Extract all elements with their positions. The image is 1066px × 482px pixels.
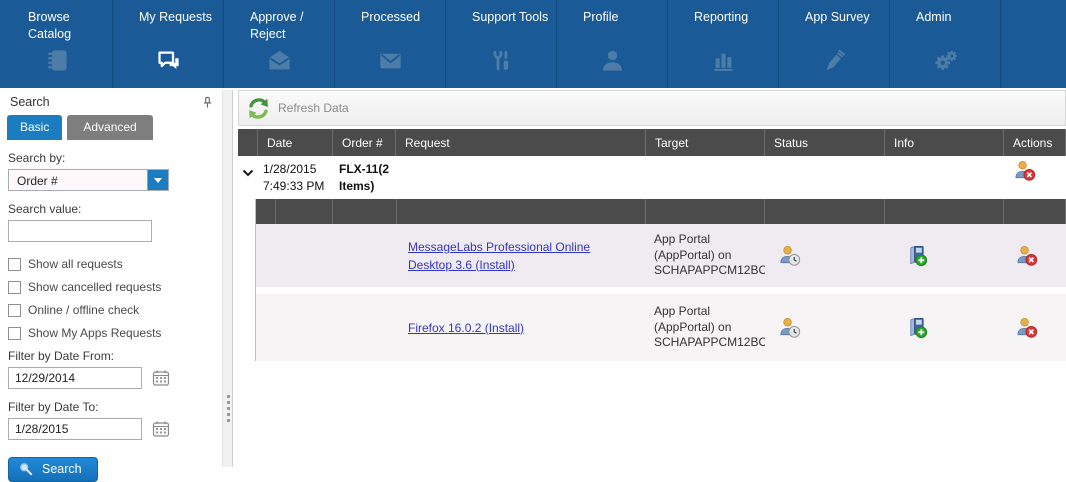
- pin-icon[interactable]: [201, 96, 214, 109]
- checkbox-box[interactable]: [8, 304, 21, 317]
- tab-label: Admin: [916, 9, 994, 26]
- pen-icon: [779, 47, 889, 79]
- cancel-request-icon[interactable]: [1015, 254, 1038, 267]
- order-group-row: 1/28/2015 7:49:33 PM FLX-11(2 Items): [238, 156, 1066, 199]
- checkbox-show-all-requests[interactable]: Show all requests: [8, 257, 222, 271]
- tab-label: Support Tools: [472, 9, 550, 26]
- envelope-icon: [335, 47, 445, 79]
- tab-approve-reject[interactable]: Approve / Reject: [224, 0, 335, 88]
- search-panel-title: Search: [10, 95, 50, 109]
- chevron-down-icon: [242, 169, 254, 177]
- request-target: App Portal (AppPortal) on SCHAPAPPCM12BO…: [646, 304, 765, 351]
- group-order-number: FLX-11(2 Items): [333, 156, 396, 199]
- column-header-actions[interactable]: Actions: [1004, 129, 1066, 156]
- nested-header-row: [256, 199, 1066, 224]
- sidebar-splitter[interactable]: [222, 90, 233, 467]
- catalog-book-icon: [2, 47, 112, 79]
- tab-reporting[interactable]: Reporting: [668, 0, 779, 88]
- cancel-request-icon[interactable]: [1015, 326, 1038, 339]
- gears-icon: [890, 47, 1000, 79]
- group-date: 1/28/2015 7:49:33 PM: [258, 156, 333, 199]
- column-header-target[interactable]: Target: [646, 129, 765, 156]
- tab-my-requests[interactable]: My Requests: [113, 0, 224, 88]
- checkbox-label: Show My Apps Requests: [28, 326, 161, 340]
- search-by-selected-value: Order #: [9, 170, 147, 190]
- search-button-label: Search: [42, 462, 82, 476]
- install-package-icon[interactable]: [905, 254, 928, 267]
- request-row: Firefox 16.0.2 (Install) App Portal (App…: [256, 294, 1066, 361]
- request-link[interactable]: MessageLabs Professional Online Desktop …: [397, 238, 646, 274]
- date-to-label: Filter by Date To:: [8, 400, 222, 414]
- checkbox-label: Show all requests: [28, 257, 123, 271]
- grid-header-row: Date Order # Request Target Status Info …: [238, 129, 1066, 156]
- calendar-icon[interactable]: [152, 369, 170, 387]
- install-package-icon[interactable]: [905, 326, 928, 339]
- tab-app-survey[interactable]: App Survey: [779, 0, 890, 88]
- person-icon: [557, 47, 667, 79]
- request-link[interactable]: Firefox 16.0.2 (Install): [397, 319, 540, 337]
- tab-profile[interactable]: Profile: [557, 0, 668, 88]
- checkbox-show-my-apps-requests[interactable]: Show My Apps Requests: [8, 326, 222, 340]
- tab-label: Browse Catalog: [28, 9, 106, 43]
- top-navigation: Browse Catalog My Requests Approve / Rej…: [0, 0, 1066, 88]
- request-pending-person-clock-icon[interactable]: [778, 254, 801, 267]
- magnifier-icon: [19, 462, 33, 476]
- search-panel: Search Basic Advanced Search by: Order #…: [0, 90, 222, 467]
- open-envelope-icon: [224, 47, 334, 79]
- search-button[interactable]: Search: [8, 457, 98, 482]
- tab-label: Profile: [583, 9, 661, 26]
- column-header-status[interactable]: Status: [765, 129, 885, 156]
- checkbox-show-cancelled-requests[interactable]: Show cancelled requests: [8, 280, 222, 294]
- refresh-icon[interactable]: [246, 96, 271, 121]
- collapse-group-button[interactable]: [238, 156, 258, 199]
- search-value-input[interactable]: [8, 220, 152, 242]
- tab-advanced[interactable]: Advanced: [67, 115, 152, 140]
- requests-main-area: Refresh Data Date Order # Request Target…: [233, 90, 1066, 467]
- checkbox-label: Online / offline check: [28, 303, 139, 317]
- search-by-dropdown[interactable]: Order #: [8, 169, 169, 191]
- checkbox-online-offline-check[interactable]: Online / offline check: [8, 303, 222, 317]
- search-by-label: Search by:: [8, 151, 222, 165]
- tab-label: My Requests: [139, 9, 217, 26]
- search-options: Show all requests Show cancelled request…: [8, 257, 222, 340]
- tab-processed[interactable]: Processed: [335, 0, 446, 88]
- date-to-input[interactable]: [8, 418, 142, 440]
- tab-support-tools[interactable]: Support Tools: [446, 0, 557, 88]
- checkbox-box[interactable]: [8, 327, 21, 340]
- request-row: MessageLabs Professional Online Desktop …: [256, 224, 1066, 287]
- search-value-label: Search value:: [8, 202, 222, 216]
- checkbox-label: Show cancelled requests: [28, 280, 161, 294]
- tab-label: Approve / Reject: [250, 9, 328, 43]
- column-header-order[interactable]: Order #: [333, 129, 396, 156]
- column-header-request[interactable]: Request: [396, 129, 646, 156]
- tools-icon: [446, 47, 556, 79]
- splitter-grip-icon[interactable]: [227, 395, 230, 422]
- cancel-request-icon[interactable]: [1013, 169, 1036, 186]
- chat-bubbles-icon: [113, 47, 223, 79]
- bar-chart-icon: [668, 47, 778, 79]
- dropdown-arrow-button[interactable]: [147, 170, 168, 190]
- tab-basic[interactable]: Basic: [7, 115, 62, 140]
- group-actions-cell: [1004, 156, 1066, 199]
- column-header-info[interactable]: Info: [885, 129, 1004, 156]
- column-header-date[interactable]: Date: [258, 129, 333, 156]
- tab-label: App Survey: [805, 9, 883, 26]
- date-from-label: Filter by Date From:: [8, 349, 222, 363]
- expand-column-header: [238, 129, 258, 156]
- request-pending-person-clock-icon[interactable]: [778, 326, 801, 339]
- search-mode-tabs: Basic Advanced: [0, 115, 222, 140]
- group-items: MessageLabs Professional Online Desktop …: [255, 199, 1066, 361]
- request-target: App Portal (AppPortal) on SCHAPAPPCM12BO…: [646, 232, 765, 279]
- tab-label: Reporting: [694, 9, 772, 26]
- calendar-icon[interactable]: [152, 420, 170, 438]
- refresh-data-button[interactable]: Refresh Data: [278, 101, 349, 115]
- tab-admin[interactable]: Admin: [890, 0, 1001, 88]
- tab-label: Processed: [361, 9, 439, 26]
- checkbox-box[interactable]: [8, 258, 21, 271]
- tab-browse-catalog[interactable]: Browse Catalog: [2, 0, 113, 88]
- chevron-down-icon: [154, 178, 162, 183]
- checkbox-box[interactable]: [8, 281, 21, 294]
- grid-toolbar: Refresh Data: [238, 90, 1066, 126]
- date-from-input[interactable]: [8, 367, 142, 389]
